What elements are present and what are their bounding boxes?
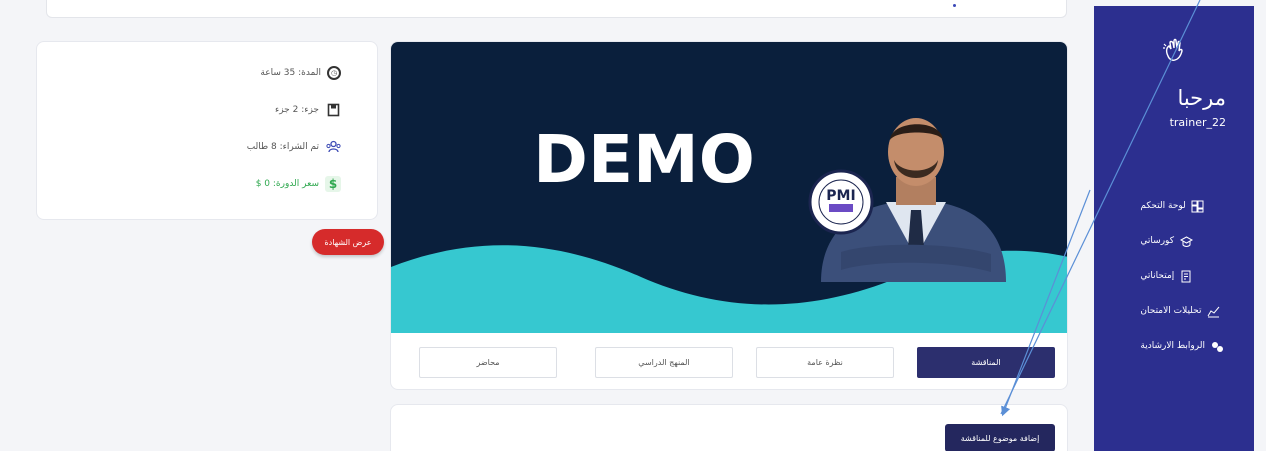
welcome-text: مرحبا (1177, 86, 1226, 110)
sidebar-item-label: لوحة التحكم (1140, 201, 1186, 211)
duration-text: المدة: 35 ساعة (260, 68, 321, 78)
price-row: $ سعر الدورة: 0 $ (256, 176, 341, 192)
book-icon (325, 102, 341, 118)
sidebar: مرحبا trainer_22 لوحة التحكم كورساتي إمت… (1094, 6, 1254, 451)
tab-discussion[interactable]: المناقشة (917, 347, 1055, 378)
tab-curriculum[interactable]: المنهج الدراسي (595, 347, 733, 378)
tab-instructor[interactable]: محاضر (419, 347, 557, 378)
add-discussion-topic-button[interactable]: إضافة موضوع للمناقشة (945, 424, 1055, 451)
sidebar-item-label: الروابط الارشادية (1140, 341, 1205, 351)
view-certificate-button[interactable]: عرض الشهادة (312, 229, 384, 255)
banner-demo-text: DEMO (533, 121, 755, 198)
dashboard-icon (1191, 199, 1205, 213)
discussion-card: إضافة موضوع للمناقشة (390, 404, 1068, 451)
analytics-icon (1206, 304, 1220, 318)
sidebar-item-guide-links[interactable]: الروابط الارشادية (1140, 334, 1224, 358)
header-dot (953, 4, 956, 7)
sidebar-item-label: تحليلات الامتحان (1140, 306, 1202, 316)
sidebar-item-label: إمتحاناتي (1140, 271, 1175, 281)
sidebar-item-dashboard[interactable]: لوحة التحكم (1140, 194, 1224, 218)
pmi-badge: PMI (808, 169, 874, 235)
course-info-card: ◷ المدة: 35 ساعة جزء: 2 جزء تم الشراء: 8… (36, 41, 378, 220)
link-icon (1210, 339, 1224, 353)
sidebar-item-my-courses[interactable]: كورساتي (1140, 229, 1224, 253)
price-text: سعر الدورة: 0 $ (255, 179, 319, 189)
parts-text: جزء: 2 جزء (274, 105, 319, 115)
sidebar-item-my-exams[interactable]: إمتحاناتي (1140, 264, 1224, 288)
duration-row: ◷ المدة: 35 ساعة (260, 66, 341, 80)
waving-hand-icon (1094, 38, 1254, 70)
sidebar-item-label: كورساتي (1140, 236, 1174, 246)
course-banner: DEMO PMI (391, 42, 1067, 333)
badge-text: PMI (826, 188, 855, 204)
sidebar-nav: لوحة التحكم كورساتي إمتحاناتي تحليلات ال… (1140, 194, 1224, 369)
exam-icon (1179, 269, 1193, 283)
dollar-icon: $ (325, 176, 341, 192)
tab-overview[interactable]: نظرة عامة (756, 347, 894, 378)
parts-row: جزء: 2 جزء (275, 102, 341, 118)
course-tabs: المناقشة نظرة عامة المنهج الدراسي محاضر (419, 347, 1055, 378)
graduation-cap-icon (1179, 234, 1193, 248)
purchased-text: تم الشراء: 8 طالب (246, 142, 319, 152)
top-header-card (46, 0, 1067, 18)
users-icon (325, 139, 341, 155)
sidebar-item-exam-analytics[interactable]: تحليلات الامتحان (1140, 299, 1224, 323)
purchased-row: تم الشراء: 8 طالب (247, 139, 341, 155)
course-card: DEMO PMI المناقشة نظرة عامة المنهج الدرا… (390, 41, 1068, 390)
username: trainer_22 (1169, 116, 1226, 129)
clock-icon: ◷ (327, 66, 341, 80)
